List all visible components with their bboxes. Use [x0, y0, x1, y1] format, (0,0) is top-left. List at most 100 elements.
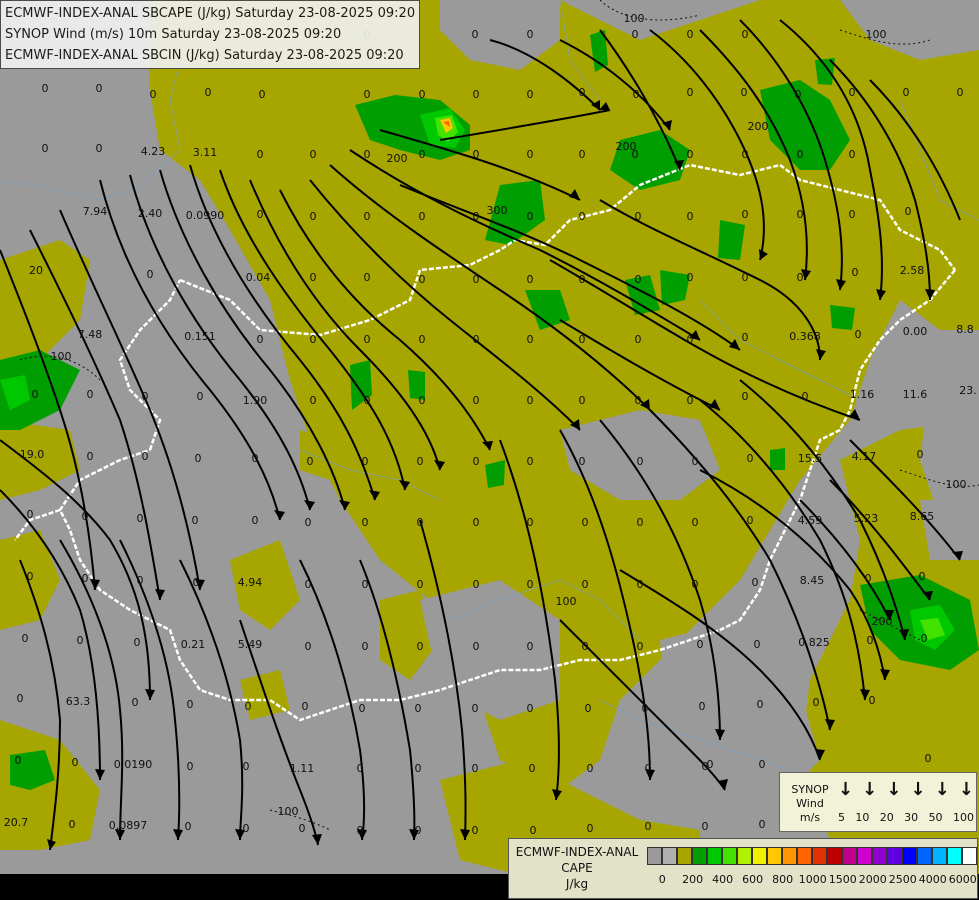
grid-value-label: 0	[197, 390, 204, 403]
contour-label: 200	[748, 120, 769, 133]
grid-value-label: 0	[473, 333, 480, 346]
grid-value-label: 0	[96, 82, 103, 95]
grid-value-label: 0	[797, 208, 804, 221]
grid-value-label: 0	[415, 702, 422, 715]
grid-value-label: 0	[472, 28, 479, 41]
grid-value-label: 0	[419, 210, 426, 223]
contour-label: 100	[278, 805, 299, 818]
grid-value-label: 0	[687, 333, 694, 346]
cape-legend-label: 2000	[858, 873, 887, 886]
cape-color-swatch	[737, 847, 752, 865]
grid-value-label: 0	[27, 508, 34, 521]
cape-color-swatch	[707, 847, 722, 865]
grid-value-label: 2.58	[900, 264, 925, 277]
grid-value-label: 0	[472, 762, 479, 775]
grid-value-label: 0	[579, 273, 586, 286]
title-line-cin: ECMWF-INDEX-ANAL SBCIN (J/kg) Saturday 2…	[5, 48, 404, 63]
grid-value-label: 0	[17, 692, 24, 705]
grid-value-label: 0	[364, 271, 371, 284]
grid-value-label: 0	[687, 28, 694, 41]
grid-value-label: 0	[82, 572, 89, 585]
grid-value-label: 0	[527, 640, 534, 653]
grid-value-label: 0	[417, 516, 424, 529]
grid-value-label: 0	[132, 696, 139, 709]
wind-barb-glyphs: ↓ ↓ ↓ ↓ ↓ ↓	[838, 779, 974, 800]
grid-value-label: 0	[687, 148, 694, 161]
wind-barb-icon: ↓	[958, 779, 974, 800]
grid-value-label: 0	[87, 450, 94, 463]
grid-value-label: 0	[364, 210, 371, 223]
grid-value-label: 0	[754, 638, 761, 651]
grid-value-label: 0	[302, 700, 309, 713]
grid-value-label: 0	[257, 148, 264, 161]
weather-map: 100100200200200100100200100100100300 000…	[0, 0, 979, 900]
grid-value-label: 0	[32, 388, 39, 401]
grid-value-label: 0	[137, 512, 144, 525]
grid-value-label: 0	[362, 578, 369, 591]
grid-value-label: 0	[797, 148, 804, 161]
grid-value-label: 0	[362, 640, 369, 653]
contour-label: 100	[624, 12, 645, 25]
contour-label: 100	[946, 478, 967, 491]
grid-value-label: 23.	[959, 384, 977, 397]
contour-label: 100	[51, 350, 72, 363]
title-line-cape: ECMWF-INDEX-ANAL SBCAPE (J/kg) Saturday …	[5, 6, 416, 21]
grid-value-label: 0	[579, 148, 586, 161]
grid-value-label: 0	[632, 148, 639, 161]
grid-value-label: 0.0897	[109, 819, 148, 832]
grid-value-label: 0	[527, 273, 534, 286]
cape-color-swatch	[692, 847, 707, 865]
grid-value-label: 0	[687, 210, 694, 223]
grid-value-label: 0	[245, 700, 252, 713]
grid-value-label: 0	[742, 331, 749, 344]
grid-value-label: 0	[82, 510, 89, 523]
cape-legend-label: 6000	[948, 873, 977, 886]
grid-value-label: 11.6	[903, 388, 928, 401]
grid-value-label: 0	[587, 762, 594, 775]
grid-value-label: 0	[587, 822, 594, 835]
grid-value-label: 8.8	[956, 323, 974, 336]
cape-color-swatch	[962, 847, 977, 865]
grid-value-label: 0	[957, 86, 964, 99]
grid-value-label: 0.0190	[114, 758, 153, 771]
grid-value-label: 0	[692, 516, 699, 529]
grid-value-label: 0	[635, 333, 642, 346]
cape-color-swatch	[947, 847, 962, 865]
grid-value-label: 0	[22, 632, 29, 645]
grid-value-label: 0	[87, 388, 94, 401]
grid-value-label: 0	[364, 394, 371, 407]
grid-value-label: 4.23	[141, 145, 166, 158]
grid-value-label: 0	[759, 758, 766, 771]
cape-legend-label: 600	[742, 873, 764, 886]
wind-barb-icon: ↓	[838, 779, 854, 800]
cape-legend-label: 800	[772, 873, 794, 886]
grid-value-label: 0	[527, 148, 534, 161]
grid-value-label: 0	[855, 328, 862, 341]
grid-value-label: 7.48	[78, 328, 103, 341]
grid-value-label: 0	[419, 88, 426, 101]
cape-color-swatch	[752, 847, 767, 865]
grid-value-label: 0	[849, 86, 856, 99]
grid-value-label: 0	[193, 576, 200, 589]
grid-value-label: 0	[747, 514, 754, 527]
grid-value-label: 0	[529, 762, 536, 775]
grid-value-label: 0	[741, 86, 748, 99]
cape-color-legend: ECMWF-INDEX-ANAL CAPE J/kg 0 200 400 600 800…	[508, 838, 978, 899]
wind-speed-label: 30	[904, 811, 919, 824]
grid-value-label: 0	[310, 210, 317, 223]
cape-color-swatch	[842, 847, 857, 865]
grid-value-label: 0	[243, 760, 250, 773]
map-title-box: ECMWF-INDEX-ANAL SBCAPE (J/kg) Saturday …	[0, 0, 421, 69]
grid-value-label: 0	[364, 148, 371, 161]
grid-value-label: 0	[742, 271, 749, 284]
grid-value-label: 0	[473, 455, 480, 468]
wind-barb-icon: ↓	[886, 779, 902, 800]
grid-value-label: 0	[632, 28, 639, 41]
grid-value-label: 0	[419, 273, 426, 286]
grid-value-label: 0	[635, 210, 642, 223]
grid-value-label: 0	[243, 822, 250, 835]
grid-value-label: 0	[702, 820, 709, 833]
grid-value-label: 0	[742, 208, 749, 221]
grid-value-label: 0	[582, 640, 589, 653]
grid-value-label: 0	[364, 333, 371, 346]
